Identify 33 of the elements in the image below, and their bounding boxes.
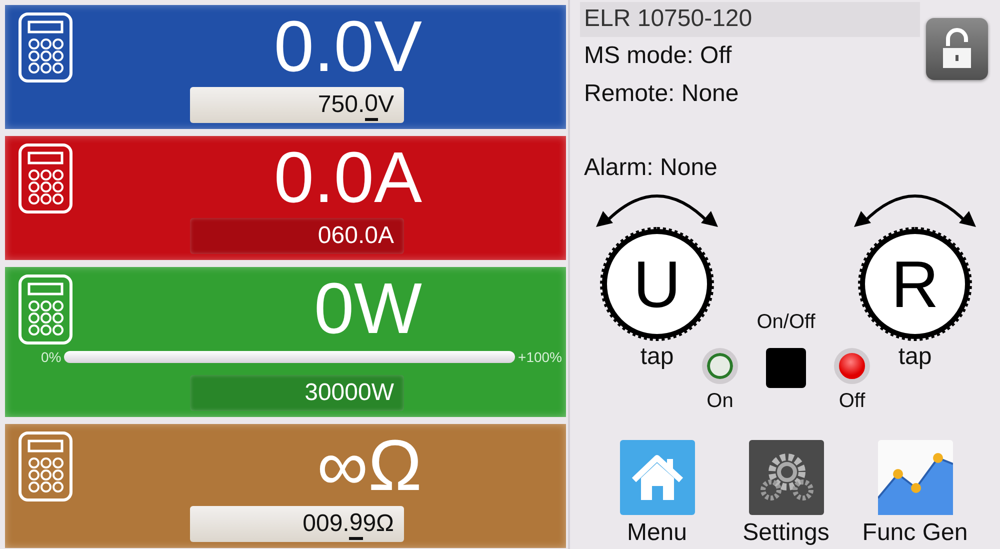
rotary-knob[interactable]: R	[860, 229, 970, 339]
lock-button[interactable]	[926, 18, 988, 80]
home-button[interactable]: Menu	[597, 440, 717, 547]
setpoint-field[interactable]: 009.99Ω	[190, 506, 404, 542]
measured-value: 0.0A	[272, 142, 422, 214]
calculator-icon[interactable]	[18, 430, 73, 502]
bar-min-label: 0%	[41, 349, 62, 365]
measured-value: 0.0V	[272, 11, 422, 83]
measured-value: ∞Ω	[316, 430, 422, 502]
settings-button[interactable]: Settings	[717, 440, 855, 547]
calculator-icon[interactable]	[18, 142, 73, 214]
calculator-icon[interactable]	[18, 274, 73, 344]
settings-icon	[748, 440, 824, 515]
setpoint-field[interactable]: 750.0V	[190, 87, 404, 123]
chart-button[interactable]: Func Gen	[855, 440, 975, 547]
status-line: MS mode: Off	[583, 41, 733, 71]
status-line: Remote: None	[583, 79, 740, 109]
alarm-status: Alarm: None	[583, 153, 718, 183]
area-chart-icon	[878, 440, 952, 515]
measured-value: 0W	[313, 273, 422, 345]
home-icon	[620, 440, 694, 515]
bar-max-label: +100%	[518, 349, 562, 365]
output-label: On/Off	[756, 311, 816, 334]
knob-hint: tap	[640, 343, 674, 371]
rotary-knob[interactable]: U	[602, 229, 712, 339]
setpoint-field[interactable]: 30000W	[190, 375, 404, 411]
indicator-label: On	[706, 390, 734, 413]
calculator-icon[interactable]	[18, 12, 73, 82]
setpoint-field[interactable]: 060.0A	[190, 218, 404, 254]
knob-hint: tap	[898, 343, 932, 371]
output-toggle-button[interactable]	[766, 348, 806, 388]
indicator-label: Off	[838, 390, 866, 413]
device-model: ELR 10750-120	[580, 2, 920, 37]
